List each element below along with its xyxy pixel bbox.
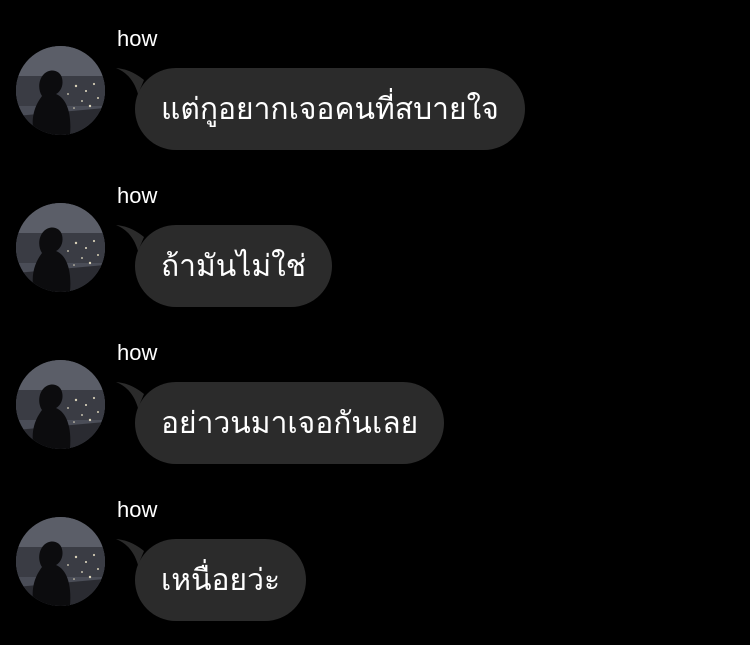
chat-message: how ถ้ามันไม่ใช่	[0, 181, 750, 331]
message-bubble[interactable]: ถ้ามันไม่ใช่	[135, 225, 333, 307]
avatar[interactable]	[16, 46, 105, 135]
chat-message: how เหนื่อยว่ะ	[0, 495, 750, 645]
message-text: เหนื่อยว่ะ	[161, 562, 281, 598]
avatar[interactable]	[16, 360, 105, 449]
sender-name: how	[117, 26, 158, 51]
sender-name: how	[117, 497, 158, 522]
profile-photo-icon	[16, 203, 105, 292]
profile-photo-icon	[16, 360, 105, 449]
message-bubble[interactable]: อย่าวนมาเจอกันเลย	[135, 382, 445, 464]
message-bubble[interactable]: เหนื่อยว่ะ	[135, 539, 307, 621]
message-text: แต่กูอยากเจอคนที่สบายใจ	[161, 91, 499, 127]
message-text: อย่าวนมาเจอกันเลย	[161, 405, 419, 441]
avatar[interactable]	[16, 203, 105, 292]
profile-photo-icon	[16, 46, 105, 135]
profile-photo-icon	[16, 517, 105, 606]
avatar[interactable]	[16, 517, 105, 606]
sender-name: how	[117, 183, 158, 208]
chat-message: how แต่กูอยากเจอคนที่สบายใจ	[0, 24, 750, 174]
chat-message: how อย่าวนมาเจอกันเลย	[0, 338, 750, 488]
message-bubble[interactable]: แต่กูอยากเจอคนที่สบายใจ	[135, 68, 525, 150]
sender-name: how	[117, 340, 158, 365]
message-text: ถ้ามันไม่ใช่	[161, 248, 307, 284]
